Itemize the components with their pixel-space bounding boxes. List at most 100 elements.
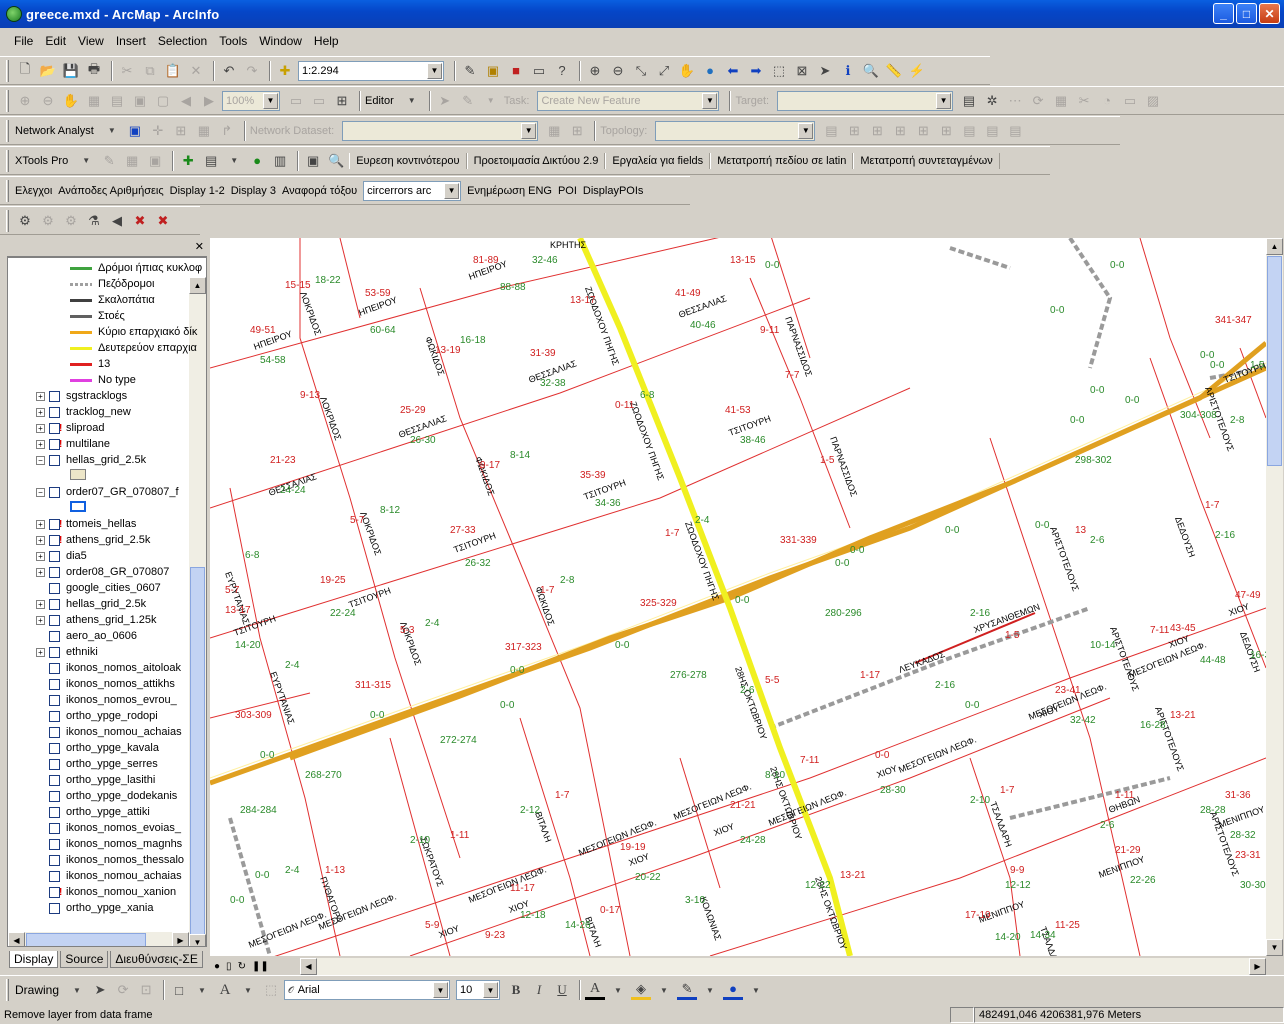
menu-help[interactable]: Help (308, 34, 345, 48)
menu-edit[interactable]: Edit (39, 34, 72, 48)
cut-icon[interactable]: ✂ (117, 61, 137, 81)
edit-vertices-icon[interactable]: ⬚ (261, 980, 281, 1000)
layer-name[interactable]: ortho_ypge_attiki (66, 806, 150, 818)
layer-visibility-checkbox[interactable] (49, 790, 60, 802)
minimize-button[interactable]: _ (1213, 3, 1234, 24)
layer-visibility-checkbox[interactable] (49, 614, 60, 626)
menu-file[interactable]: File (8, 34, 39, 48)
image-icon[interactable]: ▨ (1143, 91, 1163, 111)
layer-name[interactable]: ortho_ypge_lasithi (66, 774, 155, 786)
zoom-in-icon[interactable]: ⊕ (585, 61, 605, 81)
chevron-down-icon[interactable]: ▼ (224, 151, 244, 171)
toc-layer-row[interactable]: ortho_ypge_lasithi (36, 772, 155, 788)
xtools-button-2[interactable]: Εργαλεία για fields (605, 152, 711, 169)
map-topology-icon[interactable]: ▤ (821, 121, 841, 141)
custom-item-2[interactable]: Display 1-2 (170, 185, 225, 197)
attributes-icon[interactable]: ▤ (959, 91, 979, 111)
zoom-whole-page-icon[interactable]: ▦ (84, 91, 104, 111)
rectangle-icon[interactable]: □ (169, 980, 189, 1000)
font-size-combo[interactable]: 10 ▼ (456, 980, 501, 1000)
map-vertical-scrollbar[interactable]: ▲ ▼ (1266, 238, 1283, 956)
toc-layer-row[interactable]: ikonos_nomos_evoias_ (36, 820, 181, 836)
layer-name[interactable]: ttomeis_hellas (66, 518, 136, 530)
close-button[interactable]: ✕ (1259, 3, 1280, 24)
map-canvas[interactable]: ΜΕΣΟΓΕΙΩΝ ΛΕΩΦ. ΜΕΣΟΓΕΙΩΝ ΛΕΩΦ. ΜΕΣΟΓΕΙΩΝ … (210, 238, 1266, 956)
sketch-tool-icon[interactable]: ✎ (458, 91, 478, 111)
toc-close-icon[interactable]: ✕ (195, 240, 204, 253)
toc-layer-row[interactable]: ortho_ypge_attiki (36, 804, 150, 820)
error-inspector-icon[interactable]: ▤ (959, 121, 979, 141)
font-combo[interactable]: 𝒪 Arial ▼ (284, 980, 451, 1000)
layer-name[interactable]: ikonos_nomos_evrou_ (66, 694, 177, 706)
select-elements-icon[interactable]: ➤ (90, 980, 110, 1000)
toc-hscroll-thumb[interactable] (26, 933, 146, 946)
toc-layer-row[interactable]: + dia5 (36, 548, 87, 564)
tool-4-icon[interactable]: ⚗ (84, 211, 104, 231)
toc-layer-row[interactable]: ortho_ypge_dodekanis (36, 788, 177, 804)
layer-name[interactable]: ikonos_nomos_evoias_ (66, 822, 181, 834)
toc-layer-row[interactable]: − order07_GR_070807_f (36, 484, 179, 500)
layer-name[interactable]: ortho_ypge_rodopi (66, 710, 158, 722)
toc-horizontal-scrollbar[interactable]: ◀ ▶ (8, 932, 189, 946)
target-combo[interactable]: ▼ (777, 90, 954, 111)
select-features-icon[interactable]: ⬚ (769, 61, 789, 81)
tool-5-icon[interactable]: ◀ (107, 211, 127, 231)
toc-layer-row[interactable]: ikonos_nomos_thessalo (36, 852, 184, 868)
toolbar-grip[interactable] (6, 149, 9, 172)
layer-name[interactable]: sgstracklogs (66, 390, 127, 402)
expand-icon[interactable]: + (36, 599, 45, 609)
layer-visibility-checkbox[interactable] (49, 662, 60, 674)
layer-visibility-checkbox[interactable] (49, 646, 60, 658)
scroll-left-icon[interactable]: ◀ (8, 932, 25, 946)
back-layout-icon[interactable]: ◀ (176, 91, 196, 111)
xtools-convert-icon[interactable]: ▣ (145, 151, 165, 171)
layer-visibility-checkbox[interactable] (49, 678, 60, 690)
layer-visibility-checkbox[interactable] (49, 710, 60, 722)
layer-visibility-checkbox[interactable]: ! (49, 438, 62, 450)
edit-tool-icon[interactable]: ➤ (435, 91, 455, 111)
layer-visibility-checkbox[interactable] (49, 774, 60, 786)
split-tool-icon[interactable]: ⋯ (1005, 91, 1025, 111)
toc-layer-row[interactable]: + tracklog_new (36, 404, 131, 420)
zoom-page-icon[interactable]: ▢ (153, 91, 173, 111)
fill-color-icon[interactable]: ◈ (631, 980, 652, 1000)
drawing-menu[interactable]: Drawing (15, 983, 59, 997)
toolbar-grip[interactable] (6, 209, 9, 232)
chevron-down-icon[interactable]: ▼ (427, 62, 442, 79)
layer-name[interactable]: ikonos_nomou_xanion (66, 886, 176, 898)
toc-layer-row[interactable]: ikonos_nomos_attikhs (36, 676, 175, 692)
layer-name[interactable]: order08_GR_070807 (66, 566, 169, 578)
layer-visibility-checkbox[interactable] (49, 694, 60, 706)
layer-symbol-swatch[interactable] (70, 501, 86, 512)
print-icon[interactable]: 🖶 (84, 61, 104, 81)
layer-visibility-checkbox[interactable] (49, 742, 60, 754)
task-combo[interactable]: Create New Feature ▼ (537, 90, 720, 111)
toolbar-grip[interactable] (6, 179, 9, 202)
layer-visibility-checkbox[interactable] (49, 582, 60, 594)
layer-visibility-checkbox[interactable]: ! (49, 518, 62, 530)
scroll-right-icon[interactable]: ▶ (1249, 958, 1266, 975)
arc-report-combo[interactable]: circerrors arc ▼ (363, 180, 462, 201)
map-view[interactable]: ΜΕΣΟΓΕΙΩΝ ΛΕΩΦ. ΜΕΣΟΓΕΙΩΝ ΛΕΩΦ. ΜΕΣΟΓΕΙΩΝ … (210, 238, 1266, 956)
toc-layer-row[interactable]: aero_ao_0606 (36, 628, 137, 644)
xtools-info-icon[interactable]: ● (247, 151, 267, 171)
layer-visibility-checkbox[interactable] (49, 822, 60, 834)
tool-7-icon[interactable]: ✖ (153, 211, 173, 231)
zoom-in-layout-icon[interactable]: ⊕ (15, 91, 35, 111)
menu-tools[interactable]: Tools (213, 34, 253, 48)
network-window-icon[interactable]: ▣ (125, 121, 145, 141)
chevron-down-icon[interactable]: ▼ (481, 91, 501, 111)
toc-layer-row[interactable]: ikonos_nomos_aitoloak (36, 660, 181, 676)
layer-name[interactable]: hellas_grid_2.5k (66, 454, 146, 466)
xtools-layer-icon[interactable]: ▣ (303, 151, 323, 171)
zoom-selected-icon[interactable]: ⊡ (136, 980, 156, 1000)
layer-name[interactable]: google_cities_0607 (66, 582, 161, 594)
add-data-icon[interactable]: ✚ (275, 61, 295, 81)
topology-edit-icon[interactable]: ⊞ (844, 121, 864, 141)
toolbar-grip[interactable] (6, 59, 9, 82)
map-scale-combo[interactable]: 1:2.294 ▼ (298, 60, 444, 81)
change-layout-icon[interactable]: ⊞ (332, 91, 352, 111)
scroll-down-icon[interactable]: ▼ (1266, 939, 1283, 956)
xtools-button-0[interactable]: Ευρεση κοντινότερου (349, 152, 467, 169)
toggle-draft-icon[interactable]: ▭ (286, 91, 306, 111)
